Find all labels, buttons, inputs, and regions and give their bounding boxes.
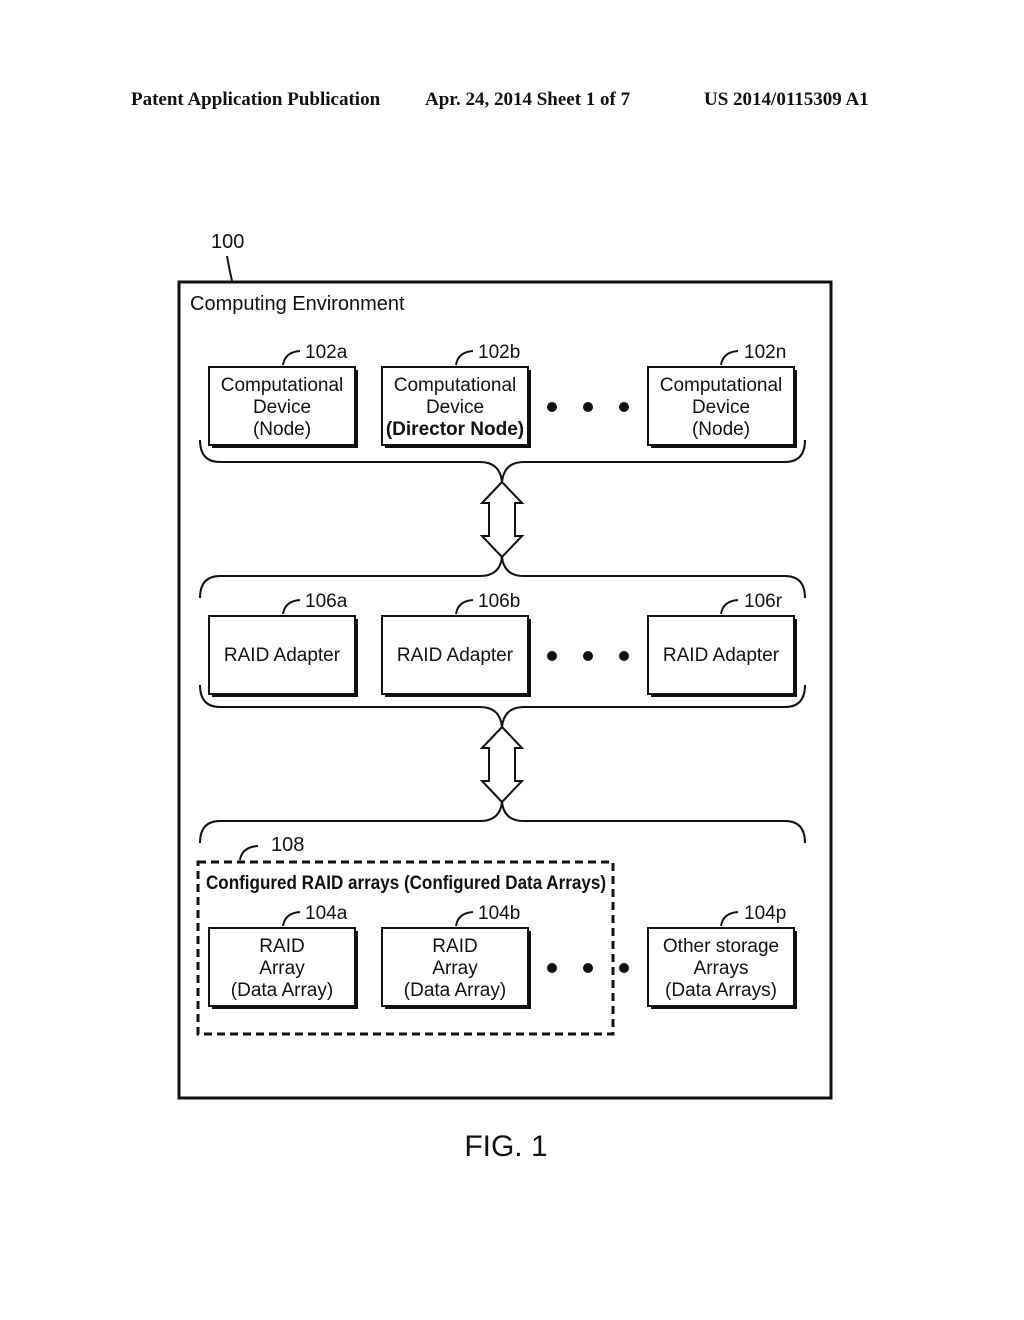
array-line-1: RAID <box>432 936 477 957</box>
device-line-1: Computational <box>660 375 783 396</box>
array-line-3: (Data Arrays) <box>665 980 777 1001</box>
array-line-3: (Data Array) <box>404 980 506 1001</box>
adapter-label: RAID Adapter <box>224 645 341 666</box>
device-line-3: (Director Node) <box>386 419 524 440</box>
array-line-2: Array <box>432 958 478 979</box>
ref-label: 104p <box>744 903 786 924</box>
array-line-3: (Data Array) <box>231 980 333 1001</box>
ref-label: 106b <box>478 591 520 612</box>
adapter-label: RAID Adapter <box>397 645 514 666</box>
ref-100: 100 <box>211 231 244 253</box>
ref-label: 104a <box>305 903 348 924</box>
ref-label: 102b <box>478 342 520 363</box>
ref-label: 106r <box>744 591 783 612</box>
ref-label: 102a <box>305 342 348 363</box>
ref-label: 104b <box>478 903 520 924</box>
array-line-1: RAID <box>259 936 304 957</box>
ref-label: 106a <box>305 591 348 612</box>
array-line-1: Other storage <box>663 936 779 957</box>
device-line-3: (Node) <box>692 419 750 440</box>
array-line-2: Arrays <box>694 958 749 979</box>
ref-label: 102n <box>744 342 786 363</box>
figure-diagram: 100 Computing Environment 102a Computati… <box>177 231 833 1163</box>
array-line-2: Array <box>259 958 305 979</box>
configured-group-label: Configured RAID arrays (Configured Data … <box>206 873 606 894</box>
adapter-label: RAID Adapter <box>663 645 780 666</box>
ref-108: 108 <box>271 834 304 856</box>
device-line-1: Computational <box>221 375 344 396</box>
device-line-1: Computational <box>394 375 517 396</box>
environment-title: Computing Environment <box>190 293 405 315</box>
leader-100 <box>226 255 233 282</box>
device-line-2: Device <box>692 397 750 418</box>
device-line-3: (Node) <box>253 419 311 440</box>
device-line-2: Device <box>253 397 311 418</box>
device-line-2: Device <box>426 397 484 418</box>
figure-caption: FIG. 1 <box>464 1130 547 1163</box>
